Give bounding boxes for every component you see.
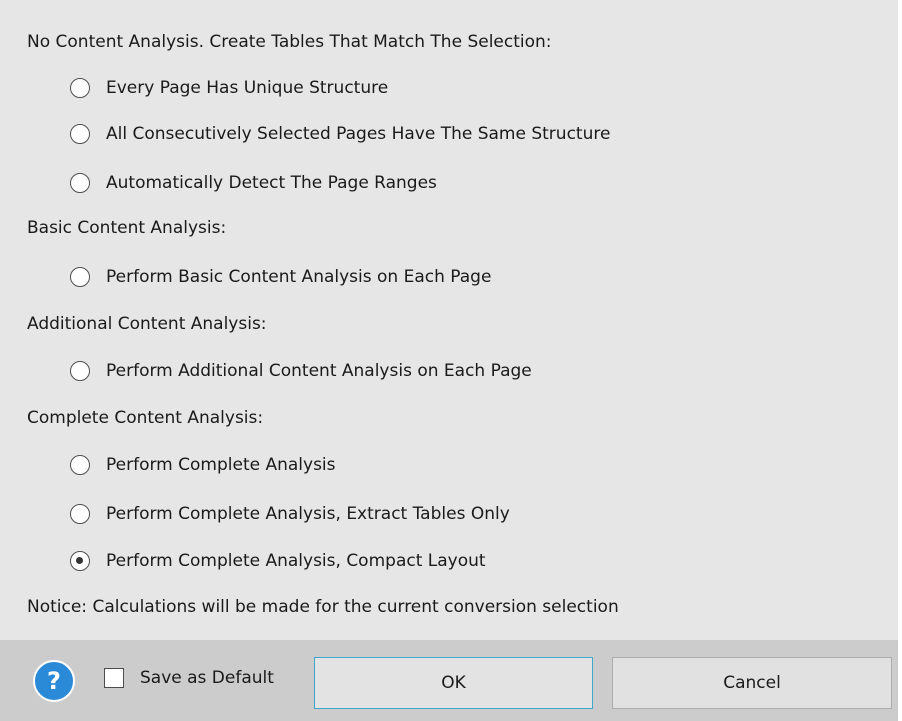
radio-option-unique-structure[interactable]: Every Page Has Unique Structure (70, 73, 388, 103)
radio-option-complete-compact-layout[interactable]: Perform Complete Analysis, Compact Layou… (70, 546, 486, 576)
help-glyph: ? (47, 667, 61, 695)
radio-icon[interactable] (70, 267, 90, 287)
ok-button[interactable]: OK (314, 657, 593, 709)
radio-option-label: All Consecutively Selected Pages Have Th… (106, 124, 611, 144)
section-label-text: Basic Content Analysis: (27, 218, 227, 238)
section-label-text: No Content Analysis. Create Tables That … (27, 32, 552, 52)
radio-option-label: Every Page Has Unique Structure (106, 78, 389, 98)
section-label-additional: Additional Content Analysis: (27, 309, 267, 339)
section-label-text: Complete Content Analysis: (27, 408, 264, 428)
radio-option-basic-analysis[interactable]: Perform Basic Content Analysis on Each P… (70, 262, 491, 292)
radio-option-label: Automatically Detect The Page Ranges (106, 173, 437, 193)
radio-icon[interactable] (70, 504, 90, 524)
dialog-footer: ? Save as Default OK Cancel (0, 640, 898, 721)
cancel-button[interactable]: Cancel (612, 657, 892, 709)
section-label-basic: Basic Content Analysis: (27, 213, 226, 243)
options-panel: No Content Analysis. Create Tables That … (0, 0, 898, 640)
radio-icon[interactable] (70, 124, 90, 144)
radio-option-same-structure[interactable]: All Consecutively Selected Pages Have Th… (70, 119, 610, 149)
radio-option-additional-analysis[interactable]: Perform Additional Content Analysis on E… (70, 356, 532, 386)
radio-option-label: Perform Complete Analysis, Compact Layou… (106, 551, 486, 571)
cancel-button-label: Cancel (723, 673, 781, 693)
radio-icon[interactable] (70, 361, 90, 381)
radio-icon[interactable] (70, 455, 90, 475)
radio-option-label: Perform Additional Content Analysis on E… (106, 361, 532, 381)
notice-text: Notice: Calculations will be made for th… (27, 592, 619, 622)
save-as-default-label: Save as Default (140, 668, 274, 688)
section-label-complete: Complete Content Analysis: (27, 403, 263, 433)
ok-button-label: OK (441, 673, 466, 693)
radio-icon[interactable] (70, 78, 90, 98)
analysis-options-dialog: No Content Analysis. Create Tables That … (0, 0, 902, 721)
radio-option-label: Perform Basic Content Analysis on Each P… (106, 267, 492, 287)
notice-label: Notice: Calculations will be made for th… (27, 597, 619, 617)
section-label-no-analysis: No Content Analysis. Create Tables That … (27, 27, 552, 57)
radio-selected-icon[interactable] (70, 551, 90, 571)
radio-option-complete-tables-only[interactable]: Perform Complete Analysis, Extract Table… (70, 499, 510, 529)
radio-icon[interactable] (70, 173, 90, 193)
help-icon[interactable]: ? (33, 660, 75, 702)
checkbox-icon[interactable] (104, 668, 124, 688)
radio-option-label: Perform Complete Analysis (106, 455, 336, 475)
radio-option-label: Perform Complete Analysis, Extract Table… (106, 504, 510, 524)
radio-option-complete-analysis[interactable]: Perform Complete Analysis (70, 450, 336, 480)
radio-option-detect-ranges[interactable]: Automatically Detect The Page Ranges (70, 168, 437, 198)
save-as-default-checkbox[interactable]: Save as Default (104, 668, 274, 688)
section-label-text: Additional Content Analysis: (27, 314, 267, 334)
